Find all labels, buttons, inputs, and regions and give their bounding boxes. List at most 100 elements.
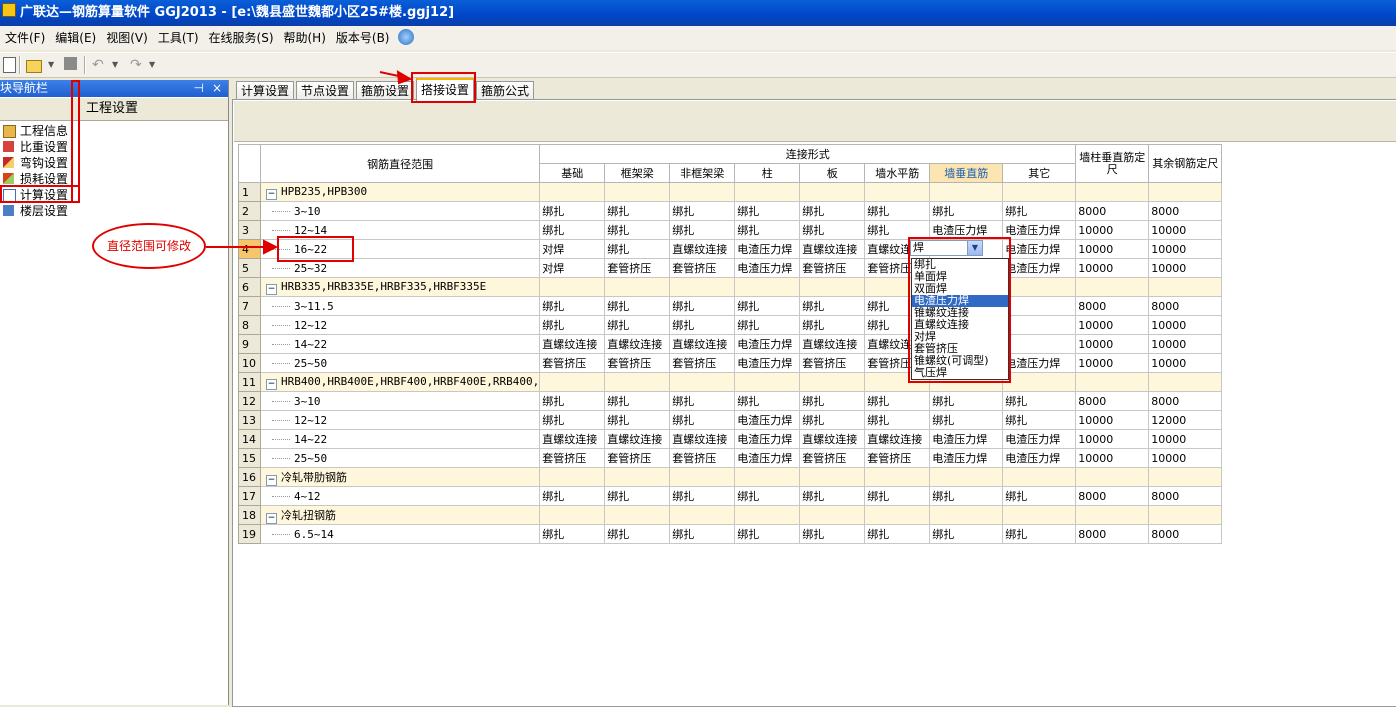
stock-length-cell[interactable]: 10000	[1075, 220, 1150, 240]
connection-type-cell[interactable]: 直螺纹连接	[799, 239, 866, 259]
connection-type-cell[interactable]: 电渣压力焊	[734, 334, 801, 354]
connection-type-cell[interactable]: 绑扎	[604, 201, 671, 221]
connection-type-cell[interactable]: 套管挤压	[669, 258, 736, 278]
connection-type-cell[interactable]: 直螺纹连接	[669, 429, 736, 449]
stock-length-cell[interactable]: 10000	[1075, 410, 1150, 430]
connection-type-cell[interactable]: 套管挤压	[799, 448, 866, 468]
open-folder-icon[interactable]	[26, 60, 42, 73]
steel-grade-group[interactable]: − HRB400,HRB400E,HRBF400,HRBF400E,RRB400,	[259, 372, 541, 392]
connection-type-cell[interactable]: 绑扎	[864, 391, 931, 411]
connection-type-cell[interactable]: 绑扎	[539, 315, 606, 335]
connection-type-cell[interactable]: 绑扎	[1002, 486, 1077, 506]
connection-type-cell[interactable]	[1002, 334, 1077, 354]
connection-type-cell[interactable]: 绑扎	[669, 524, 736, 544]
connection-type-cell[interactable]: 绑扎	[604, 486, 671, 506]
tab-lap-settings[interactable]: 搭接设置	[416, 78, 475, 101]
diameter-range-cell[interactable]: 25~32	[259, 258, 541, 278]
connection-type-cell[interactable]: 绑扎	[799, 315, 866, 335]
stock-length-cell[interactable]: 8000	[1075, 296, 1150, 316]
connection-type-cell[interactable]: 绑扎	[929, 524, 1004, 544]
connection-type-cell[interactable]: 绑扎	[604, 410, 671, 430]
stock-length-cell[interactable]: 10000	[1148, 353, 1223, 373]
diameter-range-cell[interactable]: 12~12	[259, 410, 541, 430]
connection-type-cell[interactable]: 电渣压力焊	[734, 448, 801, 468]
row-number[interactable]: 8	[238, 315, 261, 335]
connection-type-cell[interactable]: 绑扎	[539, 220, 606, 240]
connection-type-cell[interactable]: 绑扎	[864, 524, 931, 544]
stock-length-cell[interactable]: 10000	[1075, 448, 1150, 468]
connection-type-cell[interactable]: 绑扎	[539, 201, 606, 221]
row-number[interactable]: 11	[238, 372, 261, 392]
connection-type-cell[interactable]: 电渣压力焊	[734, 429, 801, 449]
connection-type-cell[interactable]: 绑扎	[799, 391, 866, 411]
connection-type-select[interactable]: 焊 ▼	[910, 240, 983, 256]
stock-length-cell[interactable]: 10000	[1148, 334, 1223, 354]
connection-type-cell[interactable]: 绑扎	[539, 524, 606, 544]
connection-type-cell[interactable]: 绑扎	[539, 391, 606, 411]
row-number[interactable]: 2	[238, 201, 261, 221]
connection-type-cell[interactable]: 套管挤压	[799, 353, 866, 373]
nav-item-calc-settings[interactable]: 计算设置	[0, 187, 228, 203]
collapse-icon[interactable]: −	[266, 378, 277, 390]
steel-grade-group[interactable]: − HRB335,HRB335E,HRBF335,HRBF335E	[259, 277, 541, 297]
connection-type-cell[interactable]: 绑扎	[669, 201, 736, 221]
stock-length-cell[interactable]: 10000	[1075, 353, 1150, 373]
row-number[interactable]: 16	[238, 467, 261, 487]
connection-type-cell[interactable]: 套管挤压	[539, 448, 606, 468]
row-number[interactable]: 14	[238, 429, 261, 449]
connection-type-cell[interactable]: 直螺纹连接	[799, 429, 866, 449]
stock-length-cell[interactable]: 10000	[1075, 334, 1150, 354]
stock-length-cell[interactable]: 10000	[1148, 448, 1223, 468]
diameter-range-cell[interactable]: 14~22	[259, 429, 541, 449]
row-number[interactable]: 5	[238, 258, 261, 278]
row-number[interactable]: 6	[238, 277, 261, 297]
connection-type-cell[interactable]: 绑扎	[604, 391, 671, 411]
connection-type-cell[interactable]: 套管挤压	[539, 353, 606, 373]
row-number[interactable]: 15	[238, 448, 261, 468]
pin-icon[interactable]: ⊣	[194, 80, 204, 97]
redo-dropdown-icon[interactable]: ▼	[149, 57, 157, 73]
connection-type-cell[interactable]: 绑扎	[669, 296, 736, 316]
collapse-icon[interactable]: −	[266, 283, 277, 295]
collapse-icon[interactable]: −	[266, 474, 277, 486]
nav-item-density[interactable]: 比重设置	[0, 139, 228, 155]
stock-length-cell[interactable]: 8000	[1148, 201, 1223, 221]
connection-type-cell[interactable]: 绑扎	[539, 486, 606, 506]
dropdown-option[interactable]: 气压焊	[912, 367, 1008, 379]
stock-length-cell[interactable]: 10000	[1148, 220, 1223, 240]
connection-type-cell[interactable]: 直螺纹连接	[799, 334, 866, 354]
connection-type-cell[interactable]: 绑扎	[539, 410, 606, 430]
connection-type-cell[interactable]: 对焊	[539, 258, 606, 278]
connection-type-cell[interactable]: 绑扎	[669, 220, 736, 240]
connection-type-cell[interactable]: 电渣压力焊	[1002, 353, 1077, 373]
connection-type-cell[interactable]: 电渣压力焊	[1002, 220, 1077, 240]
connection-type-cell[interactable]: 绑扎	[929, 410, 1004, 430]
connection-type-cell[interactable]: 绑扎	[734, 201, 801, 221]
diameter-range-cell[interactable]: 3~10	[259, 201, 541, 221]
steel-grade-group[interactable]: − 冷轧带肋钢筋	[259, 467, 541, 487]
stock-length-cell[interactable]: 10000	[1148, 239, 1223, 259]
connection-type-cell[interactable]: 绑扎	[1002, 391, 1077, 411]
connection-type-cell[interactable]: 绑扎	[799, 410, 866, 430]
stock-length-cell[interactable]: 10000	[1148, 258, 1223, 278]
connection-type-cell[interactable]: 电渣压力焊	[929, 220, 1004, 240]
connection-type-cell[interactable]: 绑扎	[1002, 201, 1077, 221]
connection-type-cell[interactable]: 绑扎	[864, 486, 931, 506]
stock-length-cell[interactable]: 8000	[1075, 201, 1150, 221]
connection-type-cell[interactable]: 绑扎	[734, 315, 801, 335]
connection-type-cell[interactable]	[1002, 315, 1077, 335]
undo-dropdown-icon[interactable]: ▼	[112, 57, 120, 73]
connection-type-cell[interactable]: 绑扎	[864, 220, 931, 240]
menu-help[interactable]: 帮助(H)	[279, 26, 331, 50]
menu-file[interactable]: 文件(F)	[0, 26, 50, 50]
stock-length-cell[interactable]: 10000	[1148, 315, 1223, 335]
connection-type-cell[interactable]: 直螺纹连接	[669, 239, 736, 259]
connection-type-cell[interactable]: 电渣压力焊	[1002, 448, 1077, 468]
row-number[interactable]: 19	[238, 524, 261, 544]
diameter-range-cell[interactable]: 12~12	[259, 315, 541, 335]
connection-type-cell[interactable]: 电渣压力焊	[734, 410, 801, 430]
close-icon[interactable]: ×	[212, 80, 222, 97]
connection-type-cell[interactable]: 直螺纹连接	[604, 429, 671, 449]
connection-type-cell[interactable]: 绑扎	[1002, 410, 1077, 430]
diameter-range-cell[interactable]: 12~14	[259, 220, 541, 240]
